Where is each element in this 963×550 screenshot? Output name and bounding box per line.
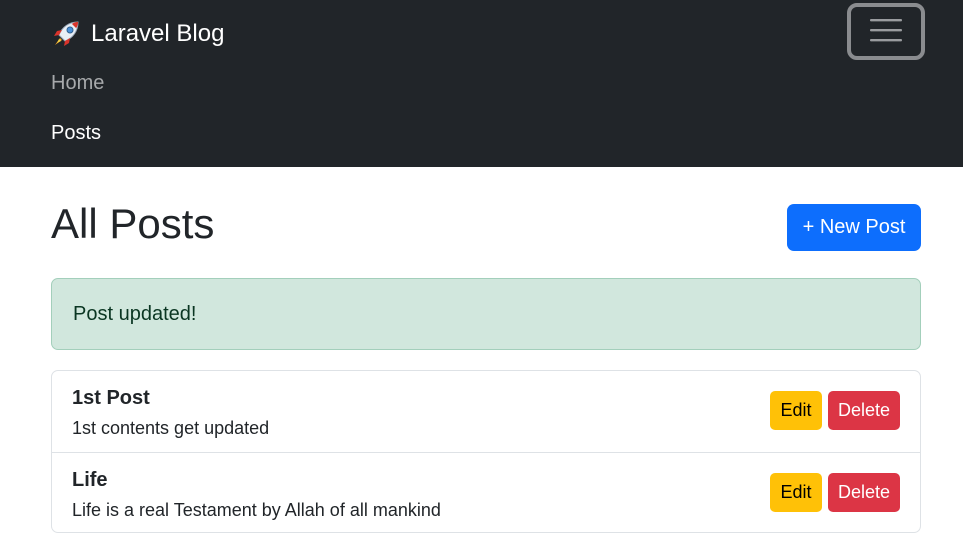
rocket-icon bbox=[51, 19, 81, 49]
navbar: Laravel Blog Home Posts bbox=[0, 0, 963, 167]
page-title: All Posts bbox=[51, 200, 215, 247]
hamburger-icon bbox=[869, 17, 903, 46]
post-actions: Edit Delete bbox=[770, 473, 900, 512]
edit-button[interactable]: Edit bbox=[770, 391, 822, 430]
posts-list: 1st Post 1st contents get updated Edit D… bbox=[51, 370, 921, 533]
post-item: 1st Post 1st contents get updated Edit D… bbox=[52, 371, 920, 452]
post-item: Life Life is a real Testament by Allah o… bbox=[52, 452, 920, 533]
navbar-toggler-button[interactable] bbox=[847, 3, 925, 60]
brand-link[interactable]: Laravel Blog bbox=[51, 18, 224, 50]
new-post-button[interactable]: + New Post bbox=[787, 204, 921, 251]
success-alert: Post updated! bbox=[51, 278, 921, 350]
nav-link-posts[interactable]: Posts bbox=[51, 122, 101, 145]
edit-button[interactable]: Edit bbox=[770, 473, 822, 512]
brand-label: Laravel Blog bbox=[91, 20, 225, 47]
delete-button[interactable]: Delete bbox=[828, 473, 900, 512]
nav-link-home[interactable]: Home bbox=[51, 72, 104, 95]
post-actions: Edit Delete bbox=[770, 391, 900, 430]
delete-button[interactable]: Delete bbox=[828, 391, 900, 430]
alert-text: Post updated! bbox=[73, 302, 197, 325]
